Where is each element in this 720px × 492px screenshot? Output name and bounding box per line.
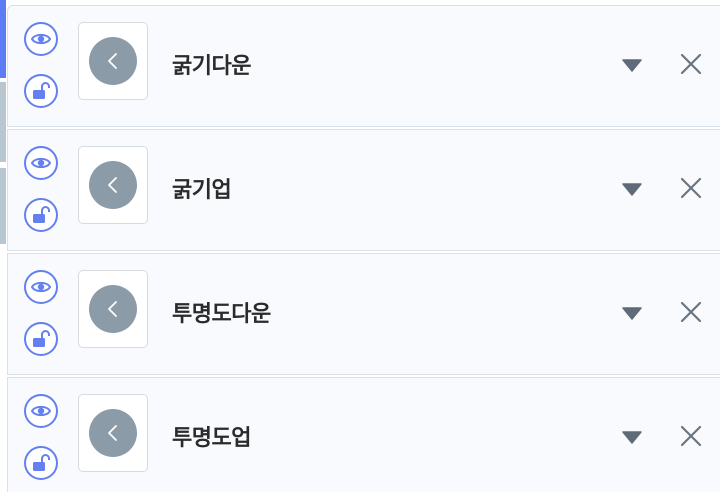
chevron-left-icon (89, 37, 137, 85)
visibility-toggle[interactable] (24, 270, 58, 304)
layer-thumbnail[interactable] (78, 270, 148, 348)
lock-toggle[interactable] (24, 74, 58, 108)
close-icon[interactable] (679, 424, 703, 448)
layer-row[interactable]: 투명도다운 (7, 253, 720, 375)
unlock-icon (33, 454, 50, 471)
layer-name: 투명도업 (172, 426, 251, 451)
dropdown-arrow-icon[interactable] (622, 306, 642, 320)
layer-row[interactable]: 굵기다운 (7, 5, 720, 127)
lock-toggle[interactable] (24, 198, 58, 232)
edge-indicator (0, 168, 6, 244)
layer-panel: 굵기다운 굵기업 투명도다운 투명도업 (0, 0, 720, 492)
chevron-left-icon (89, 409, 137, 457)
lock-toggle[interactable] (24, 446, 58, 480)
unlock-icon (33, 82, 50, 99)
layer-thumbnail[interactable] (78, 394, 148, 472)
layer-name: 굵기다운 (172, 54, 251, 79)
eye-icon (30, 405, 52, 417)
dropdown-arrow-icon[interactable] (622, 430, 642, 444)
layer-thumbnail[interactable] (78, 22, 148, 100)
layer-thumbnail[interactable] (78, 146, 148, 224)
unlock-icon (33, 330, 50, 347)
selected-edge-indicator (0, 0, 6, 78)
chevron-left-icon (89, 161, 137, 209)
unlock-icon (33, 206, 50, 223)
lock-toggle[interactable] (24, 322, 58, 356)
layer-row[interactable]: 투명도업 (7, 377, 720, 492)
visibility-toggle[interactable] (24, 22, 58, 56)
chevron-left-icon (89, 285, 137, 333)
layer-list: 굵기다운 굵기업 투명도다운 투명도업 (7, 5, 720, 492)
visibility-toggle[interactable] (24, 146, 58, 180)
edge-indicator (0, 82, 6, 162)
dropdown-arrow-icon[interactable] (622, 58, 642, 72)
layer-name: 굵기업 (172, 178, 232, 203)
layer-name: 투명도다운 (172, 302, 271, 327)
close-icon[interactable] (679, 176, 703, 200)
close-icon[interactable] (679, 52, 703, 76)
close-icon[interactable] (679, 300, 703, 324)
layer-row[interactable]: 굵기업 (7, 129, 720, 251)
visibility-toggle[interactable] (24, 394, 58, 428)
eye-icon (30, 281, 52, 293)
eye-icon (30, 33, 52, 45)
eye-icon (30, 157, 52, 169)
dropdown-arrow-icon[interactable] (622, 182, 642, 196)
